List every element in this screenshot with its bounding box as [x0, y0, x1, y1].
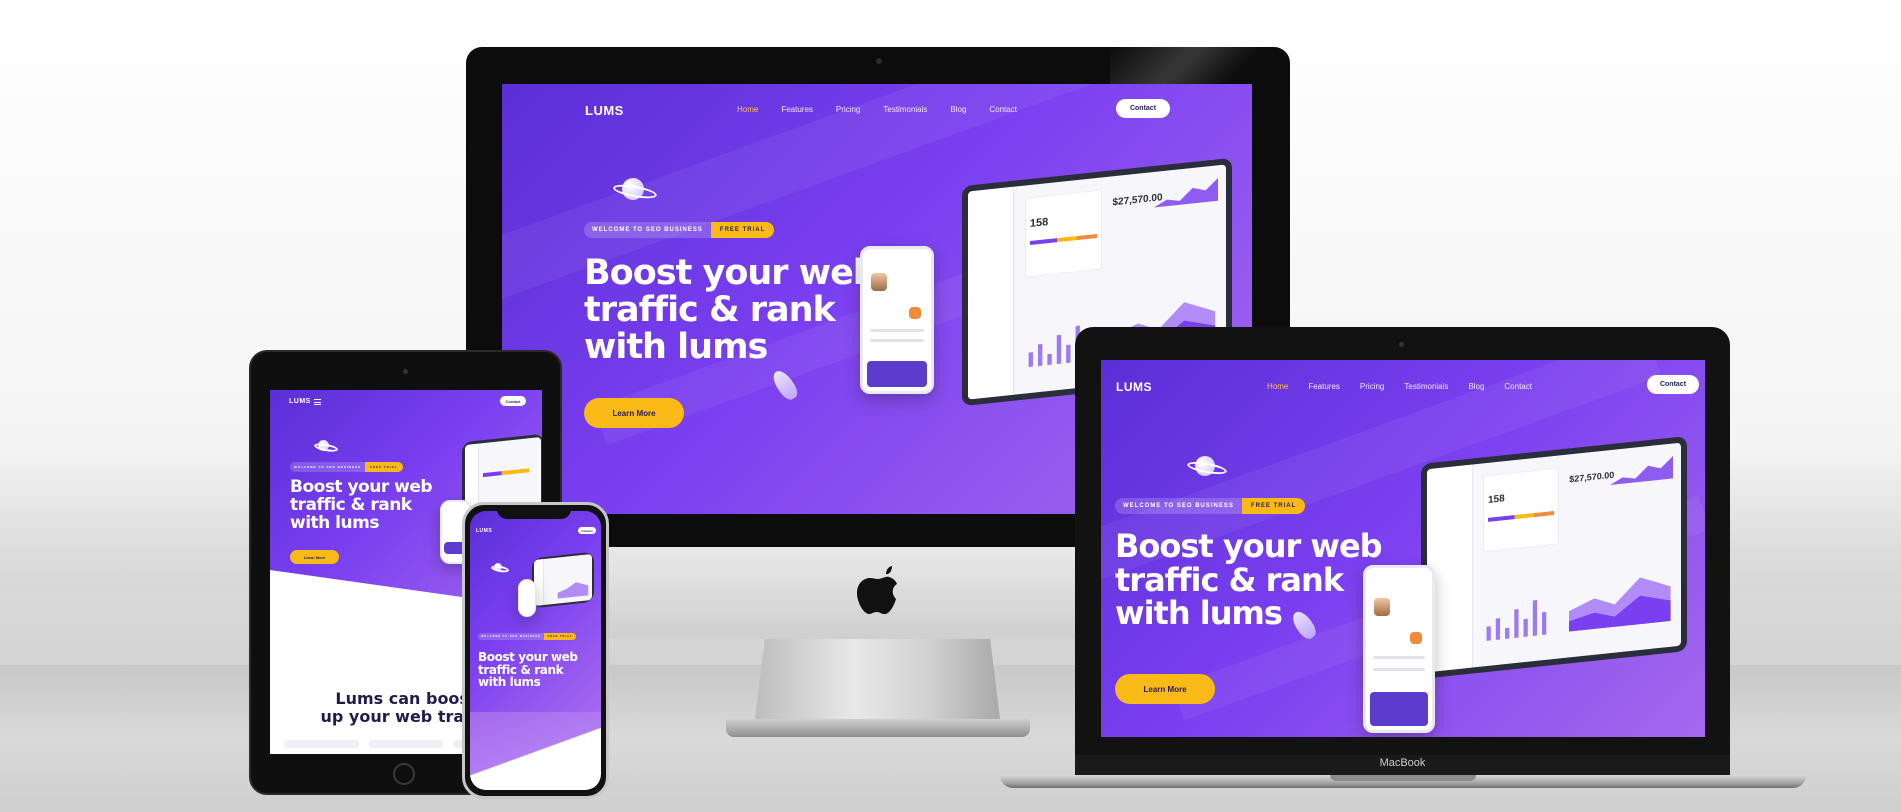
site-logo[interactable]: LUMS — [476, 528, 492, 534]
nav-blog[interactable]: Blog — [950, 105, 966, 114]
contact-button[interactable]: Contact — [578, 527, 596, 534]
learn-more-button[interactable]: Learn More — [1115, 674, 1215, 704]
badge-welcome: WELCOME TO SEO BUSINESS — [290, 462, 365, 472]
phone-mockup — [1363, 565, 1435, 733]
nav-contact[interactable]: Contact — [989, 105, 1017, 114]
site-logo[interactable]: LUMS — [289, 398, 311, 405]
learn-more-button[interactable]: Learn More — [584, 398, 684, 428]
badge-welcome: WELCOME TO SEO BUSINESS — [1115, 498, 1242, 514]
nav-pricing[interactable]: Pricing — [836, 105, 860, 114]
hero-badge: WELCOME TO SEO BUSINESS FREE TRIAL — [478, 633, 577, 640]
contact-button[interactable]: Contact — [1647, 375, 1699, 394]
planet-icon — [318, 440, 329, 451]
dashboard-price: $27,570.00 — [1569, 469, 1615, 485]
nav-testimonials[interactable]: Testimonials — [883, 105, 927, 114]
nav-home[interactable]: Home — [1267, 382, 1288, 391]
macbook-screen: LUMS Home Features Pricing Testimonials … — [1101, 360, 1705, 737]
site-logo[interactable]: LUMS — [585, 103, 624, 118]
imac-stand — [755, 639, 1000, 719]
dashboard-mockup — [532, 551, 594, 609]
dashboard-count: 158 — [1487, 493, 1505, 507]
badge-welcome: WELCOME TO SEO BUSINESS — [584, 222, 711, 238]
badge-free-trial[interactable]: FREE TRIAL — [1241, 498, 1306, 514]
hero-badge: WELCOME TO SEO BUSINESS FREE TRIAL — [584, 222, 775, 238]
badge-free-trial[interactable]: FREE TRIAL — [543, 633, 577, 640]
macbook-label: MacBook — [1379, 757, 1426, 769]
hero-headline: Boost your web traffic & rank with lums — [478, 650, 578, 690]
hero-badge: WELCOME TO SEO BUSINESS FREE TRIAL — [1115, 498, 1306, 514]
macbook-camera — [1399, 342, 1404, 347]
imac-foot — [726, 719, 1030, 737]
badge-free-trial[interactable]: FREE TRIAL — [364, 462, 403, 472]
imac-camera — [876, 58, 882, 64]
macbook-notch — [1330, 775, 1476, 781]
imac-glare — [1110, 47, 1290, 87]
hero-badge: WELCOME TO SEO BUSINESS FREE TRIAL — [290, 462, 403, 472]
planet-icon — [622, 178, 644, 200]
hero-headline: Boost your web traffic & rank with lums — [1115, 527, 1383, 633]
learn-more-button[interactable]: Learn More — [290, 550, 339, 564]
contact-button[interactable]: Contact — [500, 396, 526, 406]
site-logo[interactable]: LUMS — [1116, 380, 1152, 394]
dashboard-mockup: 158 $27,570.00 — [1421, 436, 1687, 679]
apple-logo-icon — [857, 566, 897, 615]
badge-welcome: WELCOME TO SEO BUSINESS — [478, 633, 544, 640]
nav-features[interactable]: Features — [781, 105, 813, 114]
nav-blog[interactable]: Blog — [1468, 382, 1484, 391]
phone-mockup — [518, 579, 536, 617]
nav-pricing[interactable]: Pricing — [1360, 382, 1384, 391]
nav-home[interactable]: Home — [737, 105, 758, 114]
nav-testimonials[interactable]: Testimonials — [1404, 382, 1448, 391]
planet-icon — [1195, 456, 1215, 476]
ipad-camera — [403, 369, 408, 374]
planet-icon — [494, 563, 502, 571]
site-nav: Home Features Pricing Testimonials Blog … — [1267, 382, 1532, 391]
hero-headline: Boost your web traffic & rank with lums — [290, 477, 433, 533]
dashboard-count: 158 — [1029, 216, 1049, 231]
menu-icon[interactable] — [314, 399, 321, 405]
iphone-screen-bottom — [470, 712, 601, 790]
site-nav: Home Features Pricing Testimonials Blog … — [737, 105, 1017, 114]
phone-mockup — [860, 246, 934, 394]
contact-button[interactable]: Contact — [1116, 99, 1170, 118]
ipad-home-button — [393, 763, 415, 785]
nav-features[interactable]: Features — [1308, 382, 1340, 391]
hero-headline: Boost your web traffic & rank with lums — [584, 253, 878, 367]
iphone-screen: LUMS Contact WELCOME TO SEO BUSINESS FRE… — [470, 511, 601, 712]
iphone-notch — [497, 508, 571, 519]
badge-free-trial[interactable]: FREE TRIAL — [710, 222, 775, 238]
nav-contact[interactable]: Contact — [1504, 382, 1532, 391]
